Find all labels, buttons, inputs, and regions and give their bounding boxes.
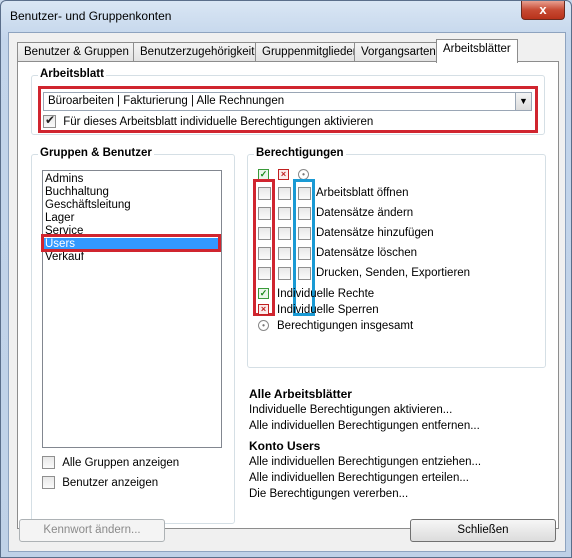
list-item[interactable]: Verkauf (43, 251, 221, 264)
x-red-icon: × (278, 169, 289, 180)
konto-heading: Konto Users (249, 439, 321, 453)
highlight-users (41, 234, 221, 252)
remove-individual-link[interactable]: Alle individuellen Berechtigungen entfer… (249, 420, 480, 432)
tab-page-arbeitsblaetter: Arbeitsblatt Büroarbeiten | Fakturierung… (17, 61, 559, 529)
deny-checkbox[interactable] (278, 227, 291, 240)
show-users-checkbox[interactable] (42, 476, 55, 489)
individual-permissions-label: Für dieses Arbeitsblatt individuelle Ber… (63, 115, 374, 128)
list-item[interactable]: Geschäftsleitung (43, 199, 221, 212)
dialog-client: Benutzer & Gruppen Benutzerzugehörigkeit… (8, 32, 566, 552)
tab-vorgangsarten[interactable]: Vorgangsarten (354, 42, 443, 62)
show-all-groups-checkbox[interactable] (42, 456, 55, 469)
permission-label: Datensätze löschen (316, 247, 418, 259)
list-item[interactable]: Buchhaltung (43, 186, 221, 199)
permission-row: Datensätze löschen (258, 246, 538, 262)
dialog-window: Benutzer- und Gruppenkonten x Benutzer &… (0, 0, 572, 558)
total-checkbox (298, 207, 311, 220)
close-window-button[interactable]: x (521, 1, 565, 20)
change-password-button[interactable]: Kennwort ändern... (19, 519, 165, 542)
list-item[interactable]: Admins (43, 173, 221, 186)
dropdown-arrow-icon[interactable]: ▼ (515, 93, 531, 110)
legend-label: Berechtigungen insgesamt (277, 320, 414, 332)
total-checkbox (298, 227, 311, 240)
total-checkbox (298, 247, 311, 260)
grant-checkbox[interactable] (258, 247, 271, 260)
permission-label: Datensätze ändern (316, 207, 414, 219)
check-green-icon: ✓ (258, 288, 269, 300)
close-button[interactable]: Schließen (410, 519, 556, 542)
alle-arbeitsblaetter-heading: Alle Arbeitsblätter (249, 387, 352, 401)
deny-checkbox[interactable] (278, 207, 291, 220)
grant-checkbox[interactable] (258, 187, 271, 200)
tab-benutzer-gruppen[interactable]: Benutzer & Gruppen (17, 42, 136, 62)
legend-label: Individuelle Rechte (277, 288, 375, 300)
circle-icon: • (258, 320, 269, 332)
deny-checkbox[interactable] (278, 187, 291, 200)
permission-label: Arbeitsblatt öffnen (316, 187, 409, 199)
legend-total: • Berechtigungen insgesamt (258, 320, 413, 332)
legend-individual-rights: ✓ Individuelle Rechte (258, 288, 374, 300)
permission-row: Drucken, Senden, Exportieren (258, 266, 538, 282)
total-checkbox (298, 267, 311, 280)
berechtigungen-group-title: Berechtigungen (254, 147, 346, 159)
show-all-groups-row[interactable]: Alle Gruppen anzeigen (42, 456, 179, 469)
arbeitsblatt-select-value: Büroarbeiten | Fakturierung | Alle Rechn… (48, 95, 285, 107)
individual-permissions-checkbox[interactable] (43, 113, 56, 128)
deny-checkbox[interactable] (278, 267, 291, 280)
list-item[interactable]: Lager (43, 212, 221, 225)
tab-arbeitsblaetter[interactable]: Arbeitsblätter (436, 39, 518, 63)
permission-label: Drucken, Senden, Exportieren (316, 267, 471, 279)
grant-all-link[interactable]: Alle individuellen Berechtigungen erteil… (249, 472, 469, 484)
x-red-icon: × (258, 304, 269, 316)
permission-row: Datensätze ändern (258, 206, 538, 222)
tab-gruppenmitglieder[interactable]: Gruppenmitglieder (255, 42, 364, 62)
total-checkbox (298, 187, 311, 200)
permission-label: Datensätze hinzufügen (316, 227, 434, 239)
arbeitsblatt-select[interactable]: Büroarbeiten | Fakturierung | Alle Rechn… (43, 92, 532, 111)
gruppen-benutzer-group-title: Gruppen & Benutzer (38, 147, 154, 159)
permission-row: Arbeitsblatt öffnen (258, 186, 538, 202)
grant-checkbox[interactable] (258, 267, 271, 280)
window-title: Benutzer- und Gruppenkonten (10, 9, 172, 23)
grant-checkbox[interactable] (258, 207, 271, 220)
show-all-groups-label: Alle Gruppen anzeigen (62, 456, 180, 469)
grant-checkbox[interactable] (258, 227, 271, 240)
groups-listbox[interactable]: Admins Buchhaltung Geschäftsleitung Lage… (42, 170, 222, 448)
permission-row: Datensätze hinzufügen (258, 226, 538, 242)
activate-individual-link[interactable]: Individuelle Berechtigungen aktivieren..… (249, 404, 452, 416)
revoke-all-link[interactable]: Alle individuellen Berechtigungen entzie… (249, 456, 481, 468)
title-bar[interactable]: Benutzer- und Gruppenkonten x (1, 1, 571, 31)
arbeitsblatt-group-title: Arbeitsblatt (38, 68, 106, 80)
inherit-permissions-link[interactable]: Die Berechtigungen vererben... (249, 488, 408, 500)
legend-individual-locks: × Individuelle Sperren (258, 304, 379, 316)
show-users-row[interactable]: Benutzer anzeigen (42, 476, 158, 489)
show-users-label: Benutzer anzeigen (62, 476, 159, 489)
deny-checkbox[interactable] (278, 247, 291, 260)
individual-permissions-row[interactable]: Für dieses Arbeitsblatt individuelle Ber… (43, 113, 374, 128)
tab-benutzerzugehoerigkeit[interactable]: Benutzerzugehörigkeit (133, 42, 262, 62)
legend-label: Individuelle Sperren (277, 304, 379, 316)
